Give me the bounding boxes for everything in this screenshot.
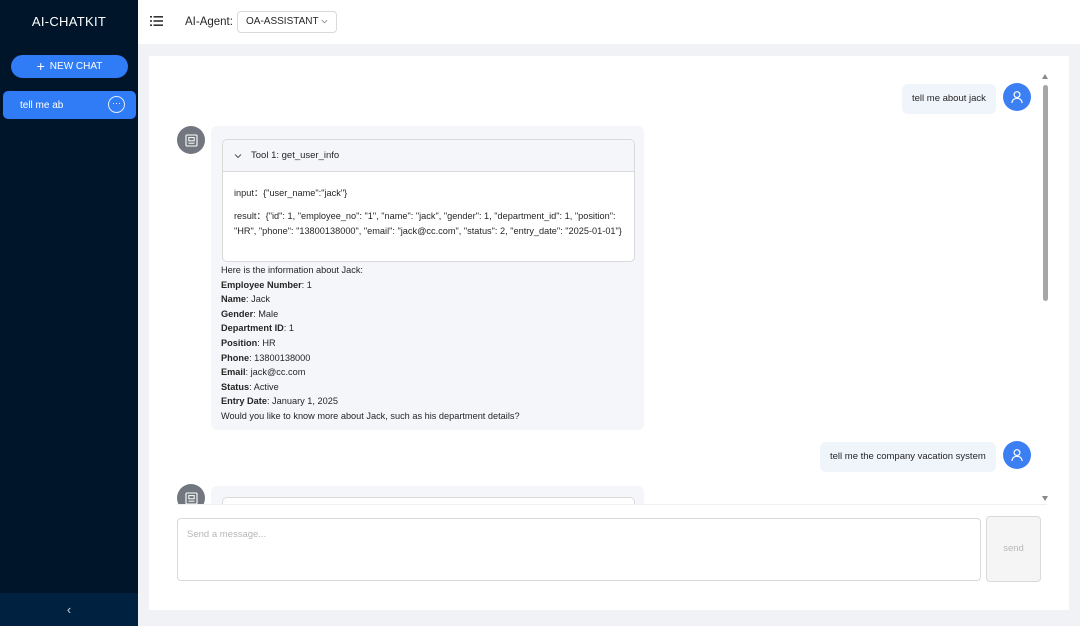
field-value: : Jack xyxy=(246,294,271,305)
field-label: Email xyxy=(221,367,246,378)
field-value: : jack@cc.com xyxy=(245,367,306,378)
answer-field: Status: Active xyxy=(221,380,636,395)
tool-call-card: Tool 1: get_user_info input：{"user_name"… xyxy=(222,139,635,262)
field-value: : HR xyxy=(257,337,276,348)
assistant-message xyxy=(211,486,644,504)
tool-result: result：{"id": 1, "employee_no": "1", "na… xyxy=(234,211,622,236)
user-message-text: tell me the company vacation system xyxy=(830,451,986,462)
user-message: tell me about jack xyxy=(902,84,996,114)
field-label: Entry Date xyxy=(221,396,267,407)
chevron-left-icon: ‹ xyxy=(66,602,72,617)
field-label: Employee Number xyxy=(221,279,302,290)
chevron-down-icon xyxy=(234,154,242,159)
user-message-text: tell me about jack xyxy=(912,93,986,104)
plus-icon: + xyxy=(36,58,45,74)
robot-icon xyxy=(184,133,198,147)
assistant-message: Tool 1: get_user_info input：{"user_name"… xyxy=(211,126,644,430)
answer-intro: Here is the information about Jack: xyxy=(221,265,363,275)
user-avatar xyxy=(1003,83,1031,111)
field-value: : Active xyxy=(249,381,279,392)
field-label: Department ID xyxy=(221,323,284,334)
field-value: : Male xyxy=(253,308,279,319)
scroll-down-arrow[interactable] xyxy=(1042,496,1048,501)
new-chat-button[interactable]: + NEW CHAT xyxy=(11,55,128,78)
user-icon xyxy=(1011,449,1023,462)
agent-label: AI-Agent: xyxy=(185,16,233,28)
chat-session-title: tell me ab xyxy=(20,99,64,111)
answer-field: Department ID: 1 xyxy=(221,321,636,336)
answer-outro: Would you like to know more about Jack, … xyxy=(221,410,520,421)
tool-call-header[interactable]: Tool 1: get_user_info xyxy=(223,140,634,172)
answer-field: Phone: 13800138000 xyxy=(221,351,636,366)
answer-field: Position: HR xyxy=(221,336,636,351)
agent-select-value: OA-ASSISTANT xyxy=(246,16,319,27)
field-value: : 1 xyxy=(283,323,295,334)
composer-divider xyxy=(177,504,1047,505)
tool-call-title: Tool 1: get_user_info xyxy=(251,150,340,161)
scroll-up-arrow[interactable] xyxy=(1042,74,1048,79)
answer-field: Gender: Male xyxy=(221,307,636,322)
message-input[interactable] xyxy=(177,518,981,581)
message-list: tell me about jack Tool 1: get_user_info… xyxy=(149,56,1039,504)
chat-panel: tell me about jack Tool 1: get_user_info… xyxy=(149,56,1069,610)
field-value: : 1 xyxy=(301,279,312,290)
chat-session-item[interactable]: tell me ab ··· xyxy=(3,91,136,119)
tool-call-body: input：{"user_name":"jack"} result：{"id":… xyxy=(223,172,634,239)
field-value: : January 1, 2025 xyxy=(266,396,338,407)
user-avatar xyxy=(1003,441,1031,469)
answer-field: Email: jack@cc.com xyxy=(221,365,636,380)
answer-field: Employee Number: 1 xyxy=(221,278,636,293)
send-button[interactable]: send xyxy=(986,516,1041,582)
robot-icon xyxy=(184,491,198,504)
answer-field: Entry Date: January 1, 2025 xyxy=(221,394,636,409)
tool-input: input：{"user_name":"jack"} xyxy=(234,188,348,198)
scrollbar-thumb[interactable] xyxy=(1043,85,1048,301)
assistant-avatar xyxy=(177,126,205,154)
top-header: AI-Agent: OA-ASSISTANT xyxy=(138,0,1080,44)
answer-field: Name: Jack xyxy=(221,292,636,307)
assistant-message-text: Here is the information about Jack: Empl… xyxy=(221,263,636,424)
field-label: Phone xyxy=(221,352,250,363)
sidebar: AI-CHATKIT + NEW CHAT tell me ab ··· ‹ xyxy=(0,0,138,626)
field-label: Position xyxy=(221,337,258,348)
user-icon xyxy=(1011,91,1023,104)
collapse-sidebar-button[interactable]: ‹ xyxy=(0,593,138,626)
user-message: tell me the company vacation system xyxy=(820,442,996,472)
field-label: Name xyxy=(221,294,247,305)
ellipsis-icon[interactable]: ··· xyxy=(108,96,125,113)
menu-icon[interactable] xyxy=(150,15,163,27)
field-value: : 13800138000 xyxy=(249,352,311,363)
agent-select[interactable]: OA-ASSISTANT xyxy=(237,11,337,33)
tool-call-card xyxy=(222,497,635,504)
field-label: Gender xyxy=(221,308,254,319)
assistant-avatar xyxy=(177,484,205,504)
new-chat-label: NEW CHAT xyxy=(49,61,103,72)
app-title: AI-CHATKIT xyxy=(31,14,107,29)
chevron-down-icon xyxy=(321,19,328,24)
field-label: Status xyxy=(221,381,250,392)
